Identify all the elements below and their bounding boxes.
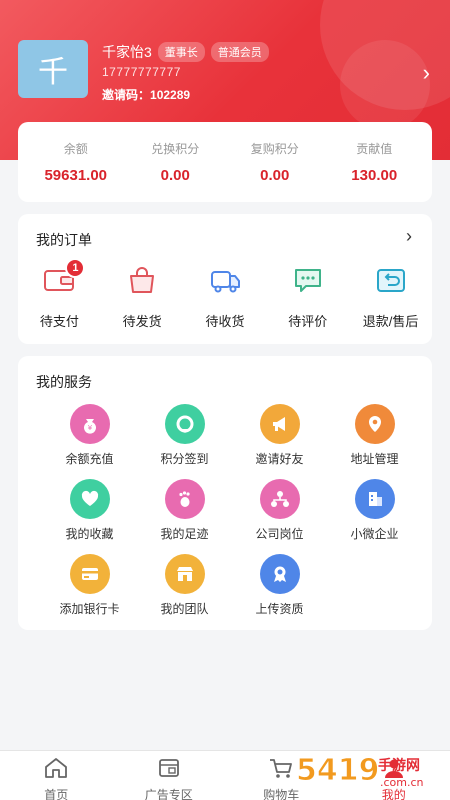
svg-text:5419: 5419: [296, 753, 380, 788]
my-orders-card: 我的订单 › 1 待支付 待发货 待收货 待评价 退款/售后: [18, 214, 432, 344]
stat-label: 复购积分: [250, 142, 299, 156]
service-label: 我的团队: [160, 602, 209, 616]
service-address-management[interactable]: 地址管理: [327, 404, 422, 467]
member-level-badge: 普通会员: [210, 42, 269, 62]
services-title: 我的服务: [36, 374, 92, 390]
order-label: 待发货: [122, 314, 162, 329]
stat-value: 130.00: [351, 167, 398, 184]
invite-code-label: 邀请码：: [102, 88, 151, 102]
service-label: 地址管理: [350, 452, 399, 466]
service-my-team[interactable]: 我的团队: [137, 554, 232, 617]
profile-chevron-right-icon[interactable]: ›: [423, 60, 430, 86]
service-label: 邀请好友: [255, 452, 304, 466]
building-icon: [354, 479, 395, 519]
order-pending-review[interactable]: 待评价: [268, 266, 348, 330]
phone-number: 17777777777: [102, 65, 181, 79]
order-label: 退款/售后: [362, 314, 419, 329]
service-label: 余额充值: [65, 452, 114, 466]
service-upload-qualification[interactable]: 上传资质: [232, 554, 327, 617]
stat-repurchase-points[interactable]: 复购积分 0.00: [225, 140, 325, 184]
stat-value: 59631.00: [44, 167, 108, 184]
service-recharge[interactable]: ¥ 余额充值: [42, 404, 137, 467]
stat-value: 0.00: [160, 167, 190, 184]
order-pending-payment[interactable]: 1 待支付: [19, 258, 99, 330]
refund-icon: [376, 269, 405, 292]
order-label: 待支付: [39, 314, 79, 329]
comment-icon: [294, 269, 321, 292]
order-count-badge: 1: [65, 258, 86, 278]
stat-contribution[interactable]: 贡献值 130.00: [325, 140, 425, 184]
service-label: 积分签到: [160, 452, 209, 466]
service-invite-friends[interactable]: 邀请好友: [232, 404, 327, 467]
service-points-signin[interactable]: 积分签到: [137, 404, 232, 467]
stat-label: 兑换积分: [151, 142, 200, 156]
stat-exchange-points[interactable]: 兑换积分 0.00: [126, 140, 226, 184]
order-pending-receipt[interactable]: 待收货: [185, 266, 265, 330]
avatar[interactable]: 千: [18, 40, 88, 98]
cart-icon: [270, 759, 293, 778]
svg-text:¥: ¥: [87, 424, 92, 432]
header-decoration: [340, 40, 430, 130]
tab-ad-zone[interactable]: 广告专区: [113, 751, 226, 800]
service-label: 公司岗位: [255, 527, 304, 541]
location-pin-icon: [354, 404, 395, 444]
invite-code-value: 102289: [150, 88, 191, 102]
service-add-bank-card[interactable]: 添加银行卡: [42, 554, 137, 617]
shop-icon: [164, 554, 205, 594]
orders-chevron-right-icon[interactable]: ›: [406, 226, 412, 247]
service-footprints[interactable]: 我的足迹: [137, 479, 232, 542]
stat-value: 0.00: [260, 167, 290, 184]
sign-in-icon: [164, 404, 205, 444]
tab-label: 首页: [44, 788, 69, 800]
svg-text:.com.cn: .com.cn: [380, 776, 424, 789]
service-small-business[interactable]: 小微企业: [327, 479, 422, 542]
truck-icon: [210, 271, 240, 293]
megaphone-icon: [259, 404, 300, 444]
tab-label: 广告专区: [144, 788, 193, 800]
service-label: 上传资质: [255, 602, 304, 616]
stat-label: 余额: [63, 142, 88, 156]
invite-code: 邀请码：102289: [102, 86, 190, 103]
bag-icon: [130, 267, 155, 293]
service-label: 我的收藏: [65, 527, 114, 541]
user-name-row: 千家怡3 董事长 普通会员: [102, 42, 269, 62]
service-label: 添加银行卡: [59, 602, 120, 616]
service-label: 小微企业: [350, 527, 399, 541]
money-bag-icon: ¥: [69, 404, 110, 444]
service-favorites[interactable]: 我的收藏: [42, 479, 137, 542]
stat-label: 贡献值: [356, 142, 393, 156]
site-watermark: 5419 手游网 .com.cn: [294, 746, 444, 794]
home-icon: [45, 758, 68, 778]
order-pending-shipment[interactable]: 待发货: [102, 266, 182, 330]
service-label: 我的足迹: [160, 527, 209, 541]
stat-balance[interactable]: 余额 59631.00: [26, 140, 126, 184]
tab-home[interactable]: 首页: [0, 751, 113, 800]
org-chart-icon: [259, 479, 300, 519]
account-stats-card: 余额 59631.00 兑换积分 0.00 复购积分 0.00 贡献值 130.…: [18, 122, 432, 202]
user-name: 千家怡3: [102, 44, 152, 60]
svg-text:手游网: 手游网: [378, 757, 420, 774]
role-badge: 董事长: [157, 42, 205, 62]
certificate-icon: [259, 554, 300, 594]
bank-card-icon: [69, 554, 110, 594]
ad-icon: [158, 759, 179, 777]
my-services-card: 我的服务 ¥ 余额充值 积分签到 邀请好友 地址管理 我的收藏 我的足迹 公司岗…: [18, 356, 432, 630]
footprint-icon: [164, 479, 205, 519]
order-label: 待评价: [288, 314, 328, 329]
order-label: 待收货: [205, 314, 245, 329]
order-refund-after-sales[interactable]: 退款/售后: [351, 266, 431, 330]
orders-title: 我的订单: [36, 232, 92, 248]
heart-icon: [69, 479, 110, 519]
service-company-positions[interactable]: 公司岗位: [232, 479, 327, 542]
